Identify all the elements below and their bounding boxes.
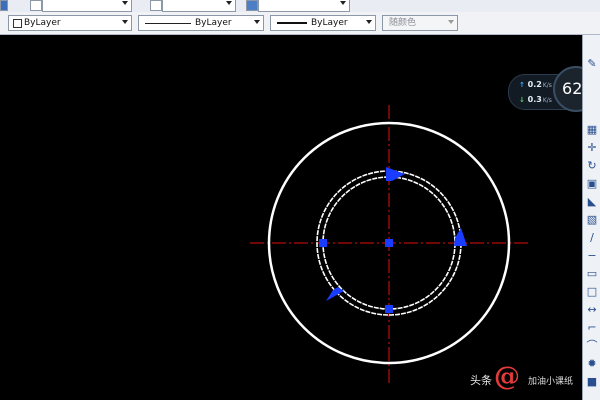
grip-left[interactable] [319, 239, 327, 247]
chamfer-icon[interactable]: ⌐ [584, 319, 600, 335]
download-speed: ↓ 0.3K/s [519, 95, 552, 104]
line-icon[interactable]: ∕ [584, 229, 600, 245]
lineweight-sample [277, 22, 307, 24]
mirror-icon[interactable]: ◣ [584, 193, 600, 209]
color-swatch-icon [13, 19, 22, 28]
scale-icon[interactable]: ▣ [584, 175, 600, 191]
rectangle-icon[interactable]: ▭ [584, 265, 600, 281]
grip-bottom[interactable] [385, 305, 393, 313]
upload-speed: ↑ 0.2K/s [519, 80, 552, 89]
paintbrush-icon[interactable] [30, 0, 42, 11]
layer-state-icon[interactable] [0, 0, 8, 11]
move-icon[interactable]: ✛ [584, 139, 600, 155]
grip-arrow-right[interactable] [454, 228, 467, 246]
top-combo-3[interactable] [258, 0, 350, 12]
break-icon[interactable]: □ [584, 283, 600, 299]
rotate-icon[interactable]: ↻ [584, 157, 600, 173]
extend-icon[interactable]: − [584, 247, 600, 263]
linetype-combo[interactable]: ByLayer [138, 15, 264, 31]
watermark-logo: @ [494, 362, 520, 392]
drawing-canvas[interactable] [0, 35, 582, 400]
properties-toolbar: ByLayer ByLayer ByLayer 随颜色 [0, 12, 600, 35]
upload-arrow-icon: ↑ [519, 81, 525, 89]
plotstyle-combo-value: 随颜色 [389, 18, 417, 28]
chevron-down-icon [448, 20, 454, 24]
stretch-icon[interactable]: ▧ [584, 211, 600, 227]
properties-icon[interactable]: ■ [584, 373, 600, 389]
watermark: 头条 @ 加油小课纸 [470, 362, 574, 392]
linetype-combo-value: ByLayer [195, 18, 232, 28]
drawing-svg [250, 105, 528, 385]
plotstyle-combo[interactable]: 随颜色 [382, 15, 458, 31]
grid-icon[interactable]: ▦ [584, 121, 600, 137]
explode-icon[interactable]: ✹ [584, 355, 600, 371]
table-style-icon[interactable] [246, 0, 258, 11]
chevron-down-icon [254, 20, 260, 24]
color-combo-value: ByLayer [24, 18, 61, 28]
lineweight-combo[interactable]: ByLayer [270, 15, 376, 31]
join-icon[interactable]: ↔ [584, 301, 600, 317]
top-combo-2[interactable] [162, 0, 236, 12]
download-arrow-icon: ↓ [519, 96, 525, 104]
lineweight-combo-value: ByLayer [311, 18, 348, 28]
grip-arrow-top[interactable] [386, 167, 405, 181]
top-combo-1[interactable] [42, 0, 132, 12]
color-combo[interactable]: ByLayer [8, 15, 132, 31]
grip-center[interactable] [385, 239, 393, 247]
modify-tool-palette: ✎ ▦ ✛ ↻ ▣ ◣ ▧ ∕ − ▭ □ ↔ ⌐ ⌒ ✹ ■ [582, 35, 600, 400]
chevron-down-icon [122, 20, 128, 24]
linetype-sample [145, 23, 191, 24]
chevron-down-icon [366, 20, 372, 24]
pencil-icon[interactable]: ✎ [584, 55, 600, 71]
dimension-style-icon[interactable] [150, 0, 162, 11]
arc-icon[interactable]: ⌒ [584, 337, 600, 353]
